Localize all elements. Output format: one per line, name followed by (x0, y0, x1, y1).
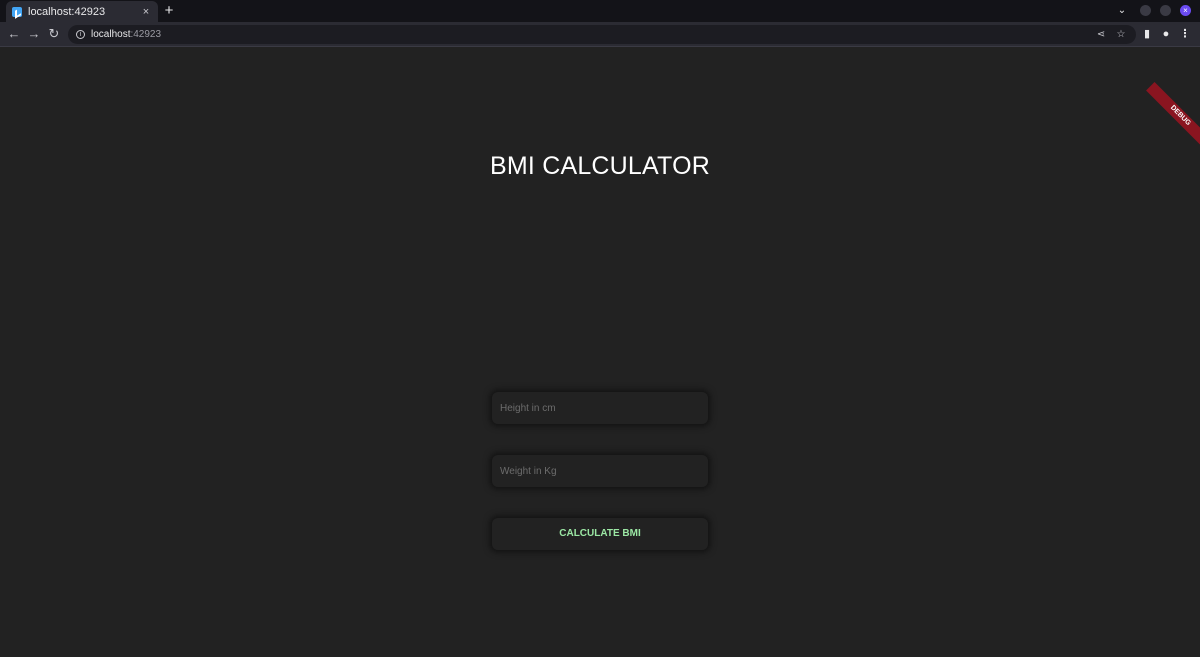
weight-input[interactable] (500, 465, 708, 477)
reload-icon[interactable]: ↻ (46, 25, 62, 43)
new-tab-button[interactable]: + (161, 2, 177, 20)
flutter-favicon-icon (12, 6, 22, 17)
window-maximize-button[interactable] (1160, 5, 1171, 16)
window-minimize-button[interactable] (1140, 5, 1151, 16)
tab-title: localhost:42923 (28, 5, 106, 18)
address-host: localhost (91, 29, 131, 40)
browser-menu-icon[interactable]: ⋮ (1177, 25, 1193, 43)
back-arrow-icon[interactable]: ← (6, 25, 22, 43)
window-close-button[interactable]: × (1180, 5, 1191, 16)
forward-arrow-icon[interactable]: → (26, 25, 42, 43)
tab-close-icon[interactable]: × (140, 6, 152, 18)
calculate-bmi-button[interactable]: CALCULATE BMI (492, 518, 708, 550)
bookmark-star-icon[interactable]: ☆ (1114, 25, 1128, 44)
weight-field[interactable] (492, 455, 708, 487)
page-title: BMI CALCULATOR (490, 152, 710, 180)
app-viewport: DEBUG BMI CALCULATOR CALCULATE BMI (0, 48, 1200, 657)
address-url: localhost:42923 (91, 29, 161, 40)
side-panel-icon[interactable]: ▮ (1139, 25, 1155, 43)
share-icon[interactable]: ⋖ (1094, 25, 1108, 44)
site-info-icon[interactable]: i (76, 30, 85, 39)
browser-tab[interactable]: localhost:42923 × (6, 1, 158, 22)
browser-tab-strip: localhost:42923 × + ⌄ × (0, 0, 1200, 22)
height-field[interactable] (492, 392, 708, 424)
debug-banner: DEBUG (1146, 82, 1200, 150)
height-input[interactable] (500, 402, 708, 414)
browser-toolbar: ← → ↻ i localhost:42923 ⋖ ☆ ▮ ● ⋮ (0, 22, 1200, 47)
address-port: :42923 (130, 29, 162, 40)
profile-icon[interactable]: ● (1158, 25, 1174, 43)
tab-search-icon[interactable]: ⌄ (1114, 2, 1130, 20)
address-bar[interactable]: i localhost:42923 ⋖ ☆ (68, 25, 1136, 44)
